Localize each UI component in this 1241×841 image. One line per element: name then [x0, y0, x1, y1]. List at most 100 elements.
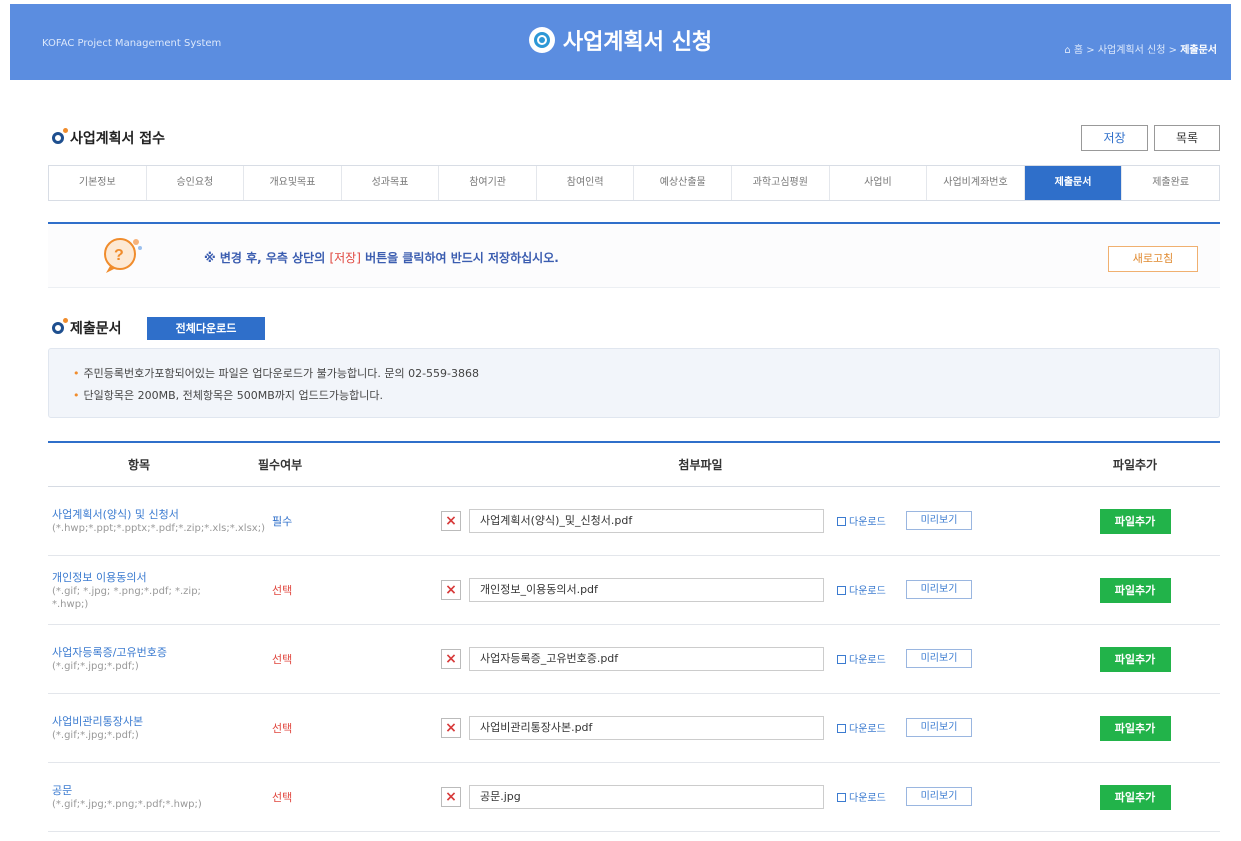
breadcrumb: ⌂ 홈 > 사업계획서 신청 > 제출문서 — [1064, 41, 1217, 56]
svg-text:?: ? — [114, 247, 124, 264]
tab-submitted-docs[interactable]: 제출문서 — [1024, 166, 1123, 200]
delete-file-icon[interactable]: × — [441, 718, 461, 738]
breadcrumb-home[interactable]: 홈 — [1074, 45, 1083, 56]
notice-highlight: [저장] — [329, 251, 361, 265]
add-file-button[interactable]: 파일추가 — [1099, 508, 1171, 534]
tab-participants[interactable]: 참여인력 — [537, 166, 635, 200]
tab-expected-outputs[interactable]: 예상산출물 — [634, 166, 733, 200]
tab-basic-info[interactable]: 기본정보 — [49, 166, 147, 200]
download-label: 다운로드 — [849, 793, 886, 804]
item-name[interactable]: 사업자등록증/고유번호증 — [52, 645, 226, 660]
tab-review[interactable]: 과학고심평원 — [732, 166, 830, 200]
file-name-field[interactable]: 공문.jpg — [469, 785, 824, 809]
download-label: 다운로드 — [849, 655, 886, 666]
preview-button[interactable]: 미리보기 — [906, 718, 972, 737]
download-icon — [837, 724, 846, 733]
breadcrumb-separator: > — [1168, 45, 1177, 56]
delete-file-icon[interactable]: × — [441, 580, 461, 600]
preview-button[interactable]: 미리보기 — [906, 580, 972, 599]
notice-text: ※ 변경 후, 우측 상단의 [저장] 버튼을 클릭하여 반드시 저장하십시오. — [204, 249, 559, 266]
file-name-field[interactable]: 사업계획서(양식)_및_신청서.pdf — [469, 509, 824, 533]
section-title-text: 사업계획서 접수 — [70, 131, 166, 147]
download-link[interactable]: 다운로드 — [837, 789, 886, 804]
preview-button[interactable]: 미리보기 — [906, 649, 972, 668]
download-link[interactable]: 다운로드 — [837, 720, 886, 735]
required-status: 필수 — [272, 515, 293, 528]
delete-file-icon[interactable]: × — [441, 511, 461, 531]
tab-budget[interactable]: 사업비 — [830, 166, 928, 200]
download-icon — [837, 793, 846, 802]
add-file-button[interactable]: 파일추가 — [1099, 577, 1171, 603]
preview-button[interactable]: 미리보기 — [906, 787, 972, 806]
download-link[interactable]: 다운로드 — [837, 513, 886, 528]
notice-text-after: 버튼을 클릭하여 반드시 저장하십시오. — [360, 251, 559, 265]
page-title-text: 사업계획서 신청 — [562, 30, 713, 55]
header-required: 필수여부 — [258, 458, 303, 472]
file-name-field[interactable]: 사업자등록증_고유번호증.pdf — [469, 647, 824, 671]
section-marker-icon — [52, 318, 68, 334]
download-label: 다운로드 — [849, 517, 886, 528]
preview-button[interactable]: 미리보기 — [906, 511, 972, 530]
download-link[interactable]: 다운로드 — [837, 582, 886, 597]
save-button[interactable]: 저장 — [1081, 125, 1148, 151]
home-icon[interactable]: ⌂ — [1064, 45, 1070, 56]
refresh-button[interactable]: 새로고침 — [1108, 246, 1198, 272]
question-bubble-icon: ? — [104, 238, 142, 273]
download-link[interactable]: 다운로드 — [837, 651, 886, 666]
download-icon — [837, 586, 846, 595]
item-name[interactable]: 공문 — [52, 783, 226, 798]
step-tabs: 기본정보 승인요청 개요및목표 성과목표 참여기관 참여인력 예상산출물 과학고… — [48, 165, 1220, 201]
upload-info-box: 주민등록번호가포함되어있는 파일은 업다운로드가 불가능합니다. 문의 02-5… — [48, 348, 1220, 418]
tab-participating-orgs[interactable]: 참여기관 — [439, 166, 537, 200]
item-extensions: (*.gif; *.jpg; *.png;*.pdf; *.zip; *.hwp… — [52, 585, 201, 610]
delete-file-icon[interactable]: × — [441, 787, 461, 807]
info-line: 주민등록번호가포함되어있는 파일은 업다운로드가 불가능합니다. 문의 02-5… — [73, 365, 480, 381]
info-line: 단일항목은 200MB, 전체항목은 500MB까지 업드드가능합니다. — [73, 387, 383, 403]
add-file-button[interactable]: 파일추가 — [1099, 646, 1171, 672]
tab-performance-goals[interactable]: 성과목표 — [342, 166, 440, 200]
target-logo-icon — [528, 27, 555, 53]
download-icon — [837, 517, 846, 526]
file-name-field[interactable]: 사업비관리통장사본.pdf — [469, 716, 824, 740]
delete-file-icon[interactable]: × — [441, 649, 461, 669]
add-file-button[interactable]: 파일추가 — [1099, 715, 1171, 741]
required-status: 선택 — [272, 722, 293, 735]
item-name[interactable]: 개인정보 이용동의서 — [52, 570, 226, 585]
notice-text-before: ※ 변경 후, 우측 상단의 — [204, 251, 330, 265]
section-title-application: 사업계획서 접수 — [52, 128, 165, 148]
required-status: 선택 — [272, 584, 293, 597]
download-label: 다운로드 — [849, 724, 886, 735]
list-button[interactable]: 목록 — [1154, 125, 1220, 151]
table-row: 사업계획서(양식) 및 신청서 (*.hwp;*.ppt;*.pptx;*.pd… — [48, 487, 1220, 556]
header-file: 첨부파일 — [678, 458, 723, 472]
table-row: 개인정보 이용동의서 (*.gif; *.jpg; *.png;*.pdf; *… — [48, 556, 1220, 625]
breadcrumb-separator: > — [1086, 45, 1095, 56]
section-title-text: 제출문서 — [70, 321, 122, 337]
download-icon — [837, 655, 846, 664]
section-title-documents: 제출문서 — [52, 318, 122, 338]
tab-submission-complete[interactable]: 제출완료 — [1122, 166, 1219, 200]
item-name[interactable]: 사업비관리통장사본 — [52, 714, 226, 729]
breadcrumb-parent[interactable]: 사업계획서 신청 — [1098, 45, 1166, 56]
add-file-button[interactable]: 파일추가 — [1099, 784, 1171, 810]
item-extensions: (*.gif;*.jpg;*.png;*.pdf;*.hwp;) — [52, 799, 202, 810]
tab-budget-account[interactable]: 사업비계좌번호 — [927, 166, 1025, 200]
breadcrumb-current: 제출문서 — [1180, 45, 1217, 56]
item-extensions: (*.gif;*.jpg;*.pdf;) — [52, 730, 139, 741]
item-name[interactable]: 사업계획서(양식) 및 신청서 — [52, 507, 226, 522]
download-all-button[interactable]: 전체다운로드 — [147, 317, 265, 340]
tab-overview-goals[interactable]: 개요및목표 — [244, 166, 342, 200]
required-status: 선택 — [272, 791, 293, 804]
file-name-field[interactable]: 개인정보_이용동의서.pdf — [469, 578, 824, 602]
header-item: 항목 — [127, 458, 151, 472]
documents-table: 항목 필수여부 첨부파일 파일추가 사업계획서(양식) 및 신청서 (*.hwp… — [48, 441, 1220, 832]
required-status: 선택 — [272, 653, 293, 666]
table-row: 사업자등록증/고유번호증 (*.gif;*.jpg;*.pdf;) 선택 × 사… — [48, 625, 1220, 694]
header-bar: KOFAC Project Management System 사업계획서 신청… — [10, 4, 1231, 80]
download-label: 다운로드 — [849, 586, 886, 597]
tab-approval-request[interactable]: 승인요청 — [147, 166, 245, 200]
notice-bar: ? ※ 변경 후, 우측 상단의 [저장] 버튼을 클릭하여 반드시 저장하십시… — [48, 222, 1220, 288]
item-extensions: (*.hwp;*.ppt;*.pptx;*.pdf;*.zip;*.xls;*.… — [52, 523, 265, 534]
header-add: 파일추가 — [1112, 458, 1158, 472]
table-header: 항목 필수여부 첨부파일 파일추가 — [48, 443, 1220, 487]
